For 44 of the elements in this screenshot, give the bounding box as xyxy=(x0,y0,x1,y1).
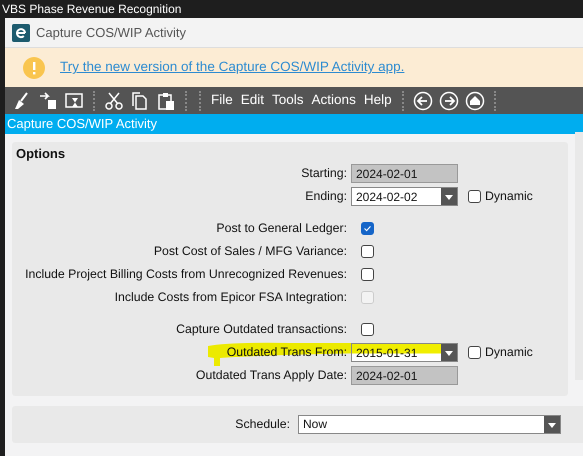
window-title: Capture COS/WIP Activity xyxy=(36,24,186,42)
date-field: 2024-02-01 xyxy=(351,164,458,183)
warning-icon xyxy=(23,56,45,78)
field-label: Outdated Trans Apply Date: xyxy=(194,367,348,384)
checkbox-label: Dynamic xyxy=(485,188,533,206)
menu-item[interactable]: Help xyxy=(360,90,396,111)
checkbox[interactable] xyxy=(361,245,374,258)
checkbox[interactable] xyxy=(468,190,481,203)
checkbox-label: Dynamic xyxy=(485,344,533,362)
copy-icon[interactable] xyxy=(130,90,150,110)
dropdown-button[interactable] xyxy=(544,416,560,432)
paste-icon[interactable] xyxy=(156,90,176,110)
back-icon[interactable] xyxy=(412,90,433,110)
field-label: Ending: xyxy=(304,188,348,206)
schedule-dropdown[interactable]: Now xyxy=(298,414,561,434)
menu-item[interactable]: Tools xyxy=(268,90,308,111)
arrow-into-bar-icon[interactable] xyxy=(38,90,58,110)
date-field: 2024-02-01 xyxy=(351,366,458,385)
schedule-label: Schedule: xyxy=(234,416,291,433)
field-label: Capture Outdated transactions: xyxy=(175,321,348,338)
scissors-icon[interactable] xyxy=(104,90,124,110)
checkmark-icon xyxy=(362,223,373,234)
checkbox[interactable] xyxy=(361,222,374,235)
dropdown-button[interactable] xyxy=(441,188,457,205)
forward-icon[interactable] xyxy=(438,90,459,110)
options-title: Options xyxy=(16,145,66,163)
dropdown-button[interactable] xyxy=(441,344,457,361)
menu-item[interactable]: File xyxy=(207,90,237,111)
field-label: Post Cost of Sales / MFG Variance: xyxy=(152,243,348,260)
menu-item[interactable]: Actions xyxy=(308,90,360,111)
form-header: Capture COS/WIP Activity xyxy=(5,114,583,134)
home-icon[interactable] xyxy=(464,90,485,110)
checkbox[interactable] xyxy=(468,346,481,359)
background-window-title: VBS Phase Revenue Recognition xyxy=(1,5,182,14)
date-field[interactable]: 2024-02-02 xyxy=(351,187,458,206)
checkbox[interactable] xyxy=(361,268,374,281)
field-label: Include Costs from Epicor FSA Integration: xyxy=(114,289,348,306)
checkbox[interactable] xyxy=(361,323,374,336)
app-logo-icon xyxy=(12,24,30,42)
field-label: Include Project Billing Costs from Unrecognized Revenues: xyxy=(24,266,348,284)
menu-item[interactable]: Edit xyxy=(236,90,268,111)
field-label: Post to General Ledger: xyxy=(215,220,348,238)
hourglass-window-icon[interactable] xyxy=(64,90,84,110)
field-label: Starting: xyxy=(300,165,348,182)
